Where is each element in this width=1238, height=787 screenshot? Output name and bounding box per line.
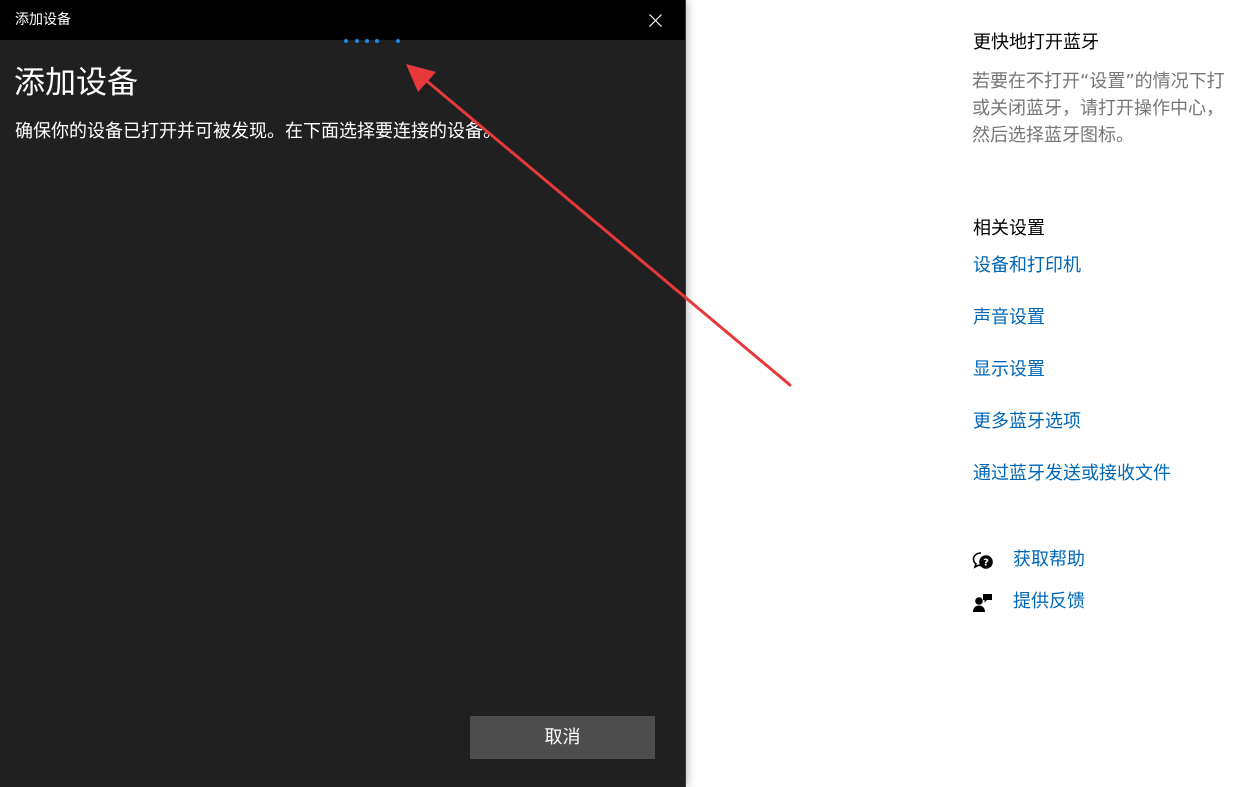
related-settings-title: 相关设置: [973, 218, 1045, 239]
link-sound-settings[interactable]: 声音设置: [973, 306, 1045, 330]
bluetooth-settings-sidebar: 更快地打开蓝牙 若要在不打开“设置”的情况下打 或关闭蓝牙，请打开操作中心， 然…: [972, 0, 1238, 787]
link-send-receive-files-bluetooth[interactable]: 通过蓝牙发送或接收文件: [973, 462, 1171, 486]
dialog-heading: 添加设备: [14, 65, 138, 101]
add-device-dialog: 添加设备 添加设备 确保你的设备已打开并可被发现。在下面选择要连接的设备。 取消: [0, 0, 686, 787]
close-icon: [649, 14, 662, 27]
loading-dot: [355, 39, 359, 43]
quick-open-line: 若要在不打开“设置”的情况下打: [972, 71, 1225, 92]
get-help-label: 获取帮助: [1013, 549, 1085, 570]
quick-open-line: 然后选择蓝牙图标。: [972, 125, 1134, 146]
loading-dot: [365, 39, 369, 43]
give-feedback-label: 提供反馈: [1013, 591, 1085, 612]
link-devices-and-printers[interactable]: 设备和打印机: [973, 254, 1081, 278]
feedback-person-icon: [973, 594, 992, 612]
cancel-button[interactable]: 取消: [470, 716, 655, 759]
link-display-settings[interactable]: 显示设置: [973, 358, 1045, 382]
quick-open-line: 或关闭蓝牙，请打开操作中心，: [972, 98, 1224, 119]
screen: 添加设备 添加设备 确保你的设备已打开并可被发现。在下面选择要连接的设备。 取消…: [0, 0, 1238, 787]
close-button[interactable]: [627, 0, 685, 40]
loading-dots: [342, 39, 412, 45]
help-chat-icon: ?: [972, 552, 993, 569]
loading-dot: [344, 39, 348, 43]
loading-dot: [396, 39, 400, 43]
dialog-description: 确保你的设备已打开并可被发现。在下面选择要连接的设备。: [15, 121, 501, 142]
link-more-bluetooth-options[interactable]: 更多蓝牙选项: [973, 410, 1081, 434]
window-title: 添加设备: [15, 12, 71, 28]
quick-open-title: 更快地打开蓝牙: [973, 32, 1099, 53]
svg-text:?: ?: [983, 558, 989, 569]
dialog-titlebar: 添加设备: [0, 0, 685, 40]
quick-open-description: 若要在不打开“设置”的情况下打 或关闭蓝牙，请打开操作中心， 然后选择蓝牙图标。: [972, 68, 1238, 149]
loading-dot: [375, 39, 379, 43]
